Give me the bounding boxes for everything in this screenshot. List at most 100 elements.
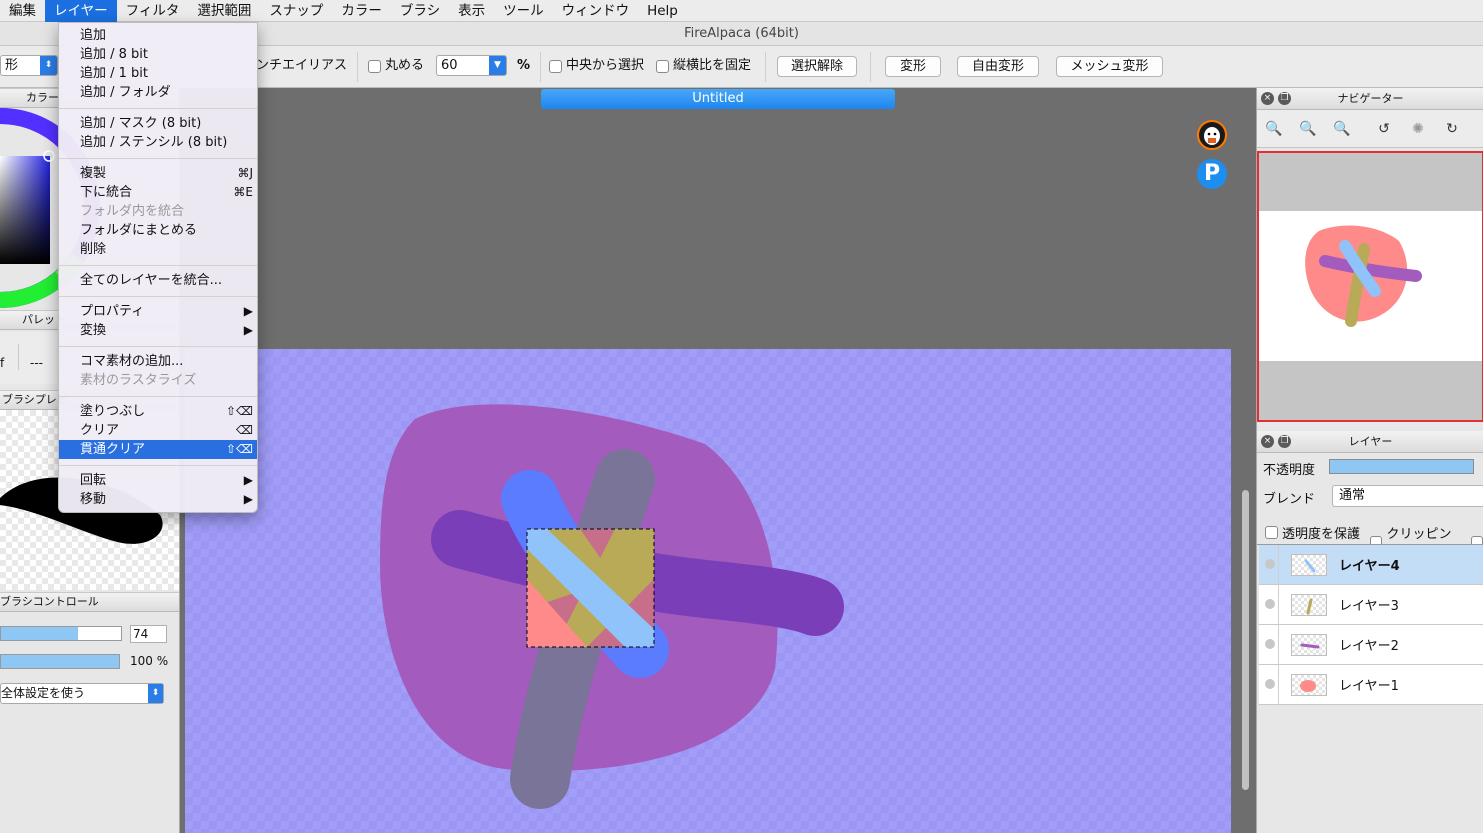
menu-snap[interactable]: スナップ (260, 0, 332, 22)
menu-brush[interactable]: ブラシ (391, 0, 449, 22)
round-label: 丸める (385, 58, 425, 73)
menu-separator (59, 346, 257, 347)
checkbox-box[interactable] (656, 59, 669, 73)
zoom-fit-icon[interactable]: 🔍 (1333, 120, 1351, 138)
menu-item-merge-all[interactable]: 全てのレイヤーを統合... (59, 271, 257, 290)
menu-item-group-folder[interactable]: フォルダにまとめる (59, 221, 257, 240)
center-select-checkbox[interactable]: 中央から選択 (549, 55, 644, 77)
menu-item-label: フォルダにまとめる (80, 223, 198, 238)
menu-tool[interactable]: ツール (494, 0, 553, 22)
menu-window[interactable]: ウィンドウ (553, 0, 639, 22)
menu-item-add-mask[interactable]: 追加 / マスク (8 bit) (59, 114, 257, 133)
toolbar-divider (870, 52, 871, 82)
menu-item-rotate[interactable]: 回転 ▶ (59, 471, 257, 490)
layer-list-empty (1257, 706, 1483, 833)
menu-item-move[interactable]: 移動 ▶ (59, 490, 257, 509)
rotate-right-icon[interactable]: ↻ (1443, 120, 1461, 138)
center-select-label: 中央から選択 (566, 58, 645, 73)
navigator-preview[interactable] (1257, 151, 1483, 422)
menu-item-label: 追加 / ステンシル (8 bit) (80, 135, 228, 150)
menu-item-add-stencil[interactable]: 追加 / ステンシル (8 bit) (59, 133, 257, 152)
menu-layer[interactable]: レイヤー (45, 0, 117, 22)
submenu-arrow-icon: ▶ (243, 323, 253, 337)
fix-ratio-checkbox[interactable]: 縦横比を固定 (656, 55, 751, 77)
free-transform-button[interactable]: 自由変形 (957, 56, 1039, 77)
chevron-updown-icon: ⬍ (148, 684, 163, 703)
menu-item-add-1bit[interactable]: 追加 / 1 bit (59, 64, 257, 83)
rotate-reset-icon[interactable]: ✺ (1409, 120, 1427, 138)
mode-select[interactable]: 形 ⬍ (0, 55, 58, 77)
menu-item-duplicate[interactable]: 複製 ⌘J (59, 164, 257, 183)
visibility-icon[interactable] (1265, 559, 1275, 569)
drawing-canvas[interactable] (185, 349, 1231, 833)
layer-row[interactable]: レイヤー1 (1259, 665, 1483, 705)
menu-separator (59, 265, 257, 266)
visibility-icon[interactable] (1265, 599, 1275, 609)
blend-mode-value: 通常 (1339, 488, 1366, 503)
round-checkbox[interactable]: 丸める (368, 55, 424, 77)
document-tab[interactable]: Untitled (541, 89, 895, 109)
zoom-in-icon[interactable]: 🔍 (1265, 120, 1283, 138)
protect-alpha-checkbox[interactable]: 透明度を保護 (1265, 523, 1360, 542)
mode-select-value: 形 (5, 58, 19, 73)
menu-item-add-8bit[interactable]: 追加 / 8 bit (59, 45, 257, 64)
visibility-icon[interactable] (1265, 639, 1275, 649)
menu-filter[interactable]: フィルタ (117, 0, 189, 22)
menu-item-label: 貫通クリア (80, 442, 146, 457)
menu-separator (59, 158, 257, 159)
menu-item-add-panel[interactable]: コマ素材の追加... (59, 352, 257, 371)
menu-item-label: 素材のラスタライズ (80, 373, 197, 388)
alpaca-icon[interactable] (1197, 120, 1227, 150)
layer-thumbnail (1291, 634, 1327, 656)
menu-item-add[interactable]: 追加 (59, 26, 257, 45)
selection-area[interactable] (526, 528, 655, 648)
deselect-button[interactable]: 選択解除 (777, 56, 858, 77)
rotate-left-icon[interactable]: ↺ (1375, 120, 1393, 138)
restore-icon[interactable]: ❐ (1278, 92, 1291, 105)
brush-size-value[interactable]: 74 (130, 625, 167, 643)
restore-icon[interactable]: ❐ (1278, 435, 1291, 448)
menubar: 編集 レイヤー フィルタ 選択範囲 スナップ カラー ブラシ 表示 ツール ウィ… (0, 0, 1483, 22)
menu-item-fill[interactable]: 塗りつぶし ⇧⌫ (59, 402, 257, 421)
close-icon[interactable]: × (1261, 92, 1274, 105)
menu-item-label: 回転 (80, 473, 107, 488)
brush-size-slider[interactable] (0, 626, 122, 641)
canvas-scrollbar[interactable] (1242, 490, 1249, 790)
menu-item-clear-through[interactable]: 貫通クリア ⇧⌫ (59, 440, 257, 459)
menu-view[interactable]: 表示 (449, 0, 494, 22)
menu-help[interactable]: Help (638, 0, 687, 22)
trash-icon[interactable]: f (0, 356, 4, 370)
layer-row[interactable]: レイヤー3 (1259, 585, 1483, 625)
menu-item-add-folder[interactable]: 追加 / フォルダ (59, 83, 257, 102)
menu-item-clear[interactable]: クリア ⌫ (59, 421, 257, 440)
navigator-canvas (1259, 211, 1482, 361)
checkbox-box[interactable] (368, 59, 381, 73)
menu-color[interactable]: カラー (332, 0, 391, 22)
menu-separator (59, 465, 257, 466)
layer-row[interactable]: レイヤー2 (1259, 625, 1483, 665)
checkbox-box[interactable] (549, 59, 562, 73)
close-icon[interactable]: × (1261, 435, 1274, 448)
menu-item-delete[interactable]: 削除 (59, 240, 257, 259)
round-value-combo[interactable]: 60 ▼ (436, 55, 507, 77)
menu-shortcut: ⇧⌫ (225, 442, 253, 456)
global-setting-select[interactable]: 全体設定を使う ⬍ (0, 683, 164, 704)
checkbox-box[interactable] (1265, 526, 1278, 539)
zoom-out-icon[interactable]: 🔍 (1299, 120, 1317, 138)
layer-opacity-slider[interactable] (1329, 459, 1474, 474)
layer-thumbnail (1291, 594, 1327, 616)
menu-selection[interactable]: 選択範囲 (188, 0, 260, 22)
layer-name: レイヤー3 (1339, 599, 1399, 614)
menu-item-properties[interactable]: プロパティ ▶ (59, 302, 257, 321)
menu-item-merge-down[interactable]: 下に統合 ⌘E (59, 183, 257, 202)
mesh-transform-button[interactable]: メッシュ変形 (1056, 56, 1163, 77)
blend-mode-select[interactable]: 通常 (1332, 485, 1483, 507)
pixiv-icon[interactable]: P (1197, 159, 1227, 189)
brush-opacity-slider[interactable] (0, 654, 120, 669)
layer-row[interactable]: レイヤー4 (1259, 545, 1483, 585)
menu-edit[interactable]: 編集 (0, 0, 45, 22)
visibility-icon[interactable] (1265, 679, 1275, 689)
chevron-down-icon: ⬍ (40, 56, 57, 75)
transform-button[interactable]: 変形 (885, 56, 941, 77)
menu-item-convert[interactable]: 変換 ▶ (59, 321, 257, 340)
